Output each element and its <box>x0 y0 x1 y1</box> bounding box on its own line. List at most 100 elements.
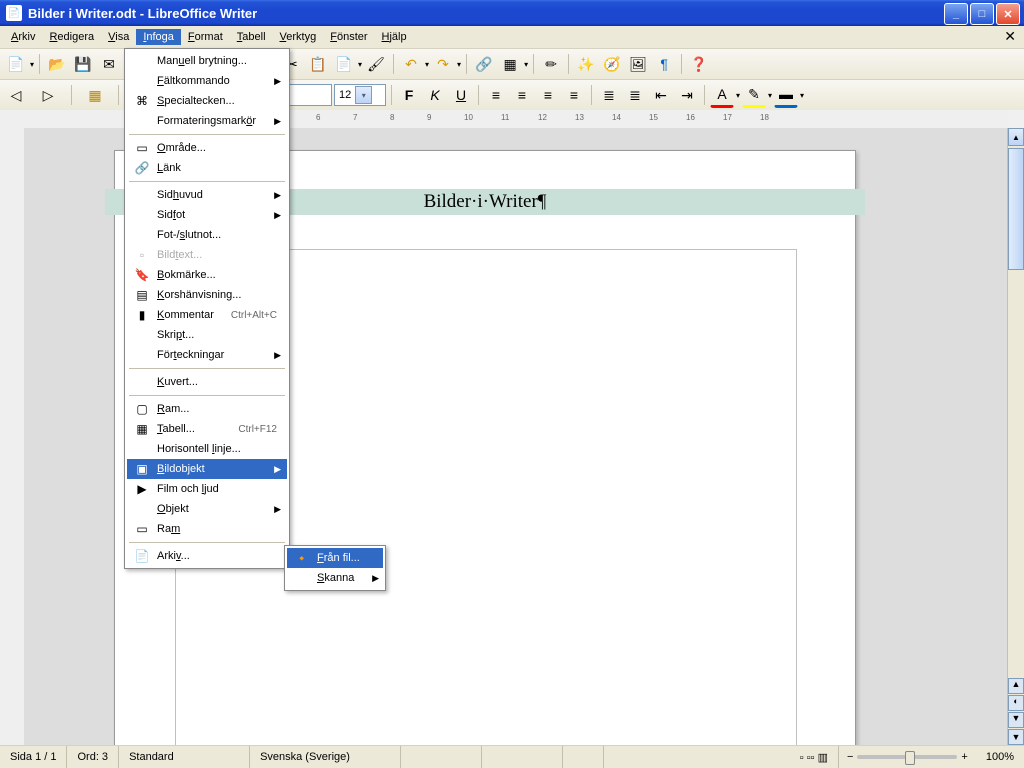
menuitem-bildobjekt[interactable]: ▣Bildobjekt▶ <box>127 459 287 479</box>
find-button[interactable]: ✨ <box>574 52 598 76</box>
email-button[interactable]: ✉ <box>97 52 121 76</box>
bullet-list-button[interactable]: ≣ <box>623 83 647 107</box>
zoom-in-button[interactable]: + <box>961 751 967 763</box>
scroll-thumb[interactable] <box>1008 148 1024 270</box>
italic-button[interactable]: K <box>423 83 447 107</box>
decrease-indent-button[interactable]: ⇤ <box>649 83 673 107</box>
menuitem-objekt[interactable]: Objekt▶ <box>127 499 287 519</box>
status-words[interactable]: Ord: 3 <box>67 746 119 768</box>
hyperlink-button[interactable]: 🔗 <box>472 52 496 76</box>
menuitem-filmochljud[interactable]: ▶Film och ljud <box>127 479 287 499</box>
vertical-scrollbar[interactable]: ▲ ▲ ◐ ▼ ▼ <box>1007 128 1024 746</box>
scroll-up-button[interactable]: ▲ <box>1008 128 1024 146</box>
menuitem-manuellbrytning[interactable]: Manuell brytning... <box>127 51 287 71</box>
align-justify-button[interactable]: ≡ <box>562 83 586 107</box>
menuitem-specialtecken[interactable]: ⌘Specialtecken... <box>127 91 287 111</box>
status-sig[interactable] <box>563 746 604 768</box>
increase-indent-button[interactable]: ⇥ <box>675 83 699 107</box>
vertical-ruler <box>0 110 25 746</box>
zoom-slider[interactable] <box>857 755 957 759</box>
menu-infoga[interactable]: Infoga <box>136 29 181 45</box>
submenuitem-frånfil[interactable]: 🔸Från fil... <box>287 548 383 568</box>
window-title: Bilder i Writer.odt - LibreOffice Writer <box>28 6 257 21</box>
paste-button[interactable]: 📄 <box>332 52 356 76</box>
format-paint-button[interactable]: 🖌 <box>364 52 388 76</box>
status-lang[interactable]: Svenska (Sverige) <box>250 746 401 768</box>
menu-arkiv[interactable]: Arkiv <box>4 29 42 45</box>
app-icon: 📄 <box>6 5 22 21</box>
menuitem-ram[interactable]: ▢Ram... <box>127 399 287 419</box>
status-insert[interactable] <box>401 746 482 768</box>
menubar: ArkivRedigeraVisaInfogaFormatTabellVerkt… <box>0 26 1024 49</box>
open-button[interactable]: 📂 <box>45 52 69 76</box>
menu-tabell[interactable]: Tabell <box>230 29 273 45</box>
navigator-button[interactable]: 🧭 <box>600 52 624 76</box>
font-color-button[interactable]: A <box>710 82 734 108</box>
menu-hjälp[interactable]: Hjälp <box>375 29 414 45</box>
nav-select[interactable]: ◐ <box>1008 695 1024 711</box>
align-left-button[interactable]: ≡ <box>484 83 508 107</box>
menuitem-arkiv[interactable]: 📄Arkiv... <box>127 546 287 566</box>
menu-fönster[interactable]: Fönster <box>323 29 374 45</box>
save-button[interactable]: 💾 <box>71 52 95 76</box>
prev-page-nav[interactable]: ▲ <box>1008 678 1024 694</box>
menuitem-förteckningar[interactable]: Förteckningar▶ <box>127 345 287 365</box>
bg-color-button[interactable]: ▬ <box>774 82 798 108</box>
close-button[interactable]: ✕ <box>996 3 1020 25</box>
undo-button[interactable]: ↶ <box>399 52 423 76</box>
menuitem-länk[interactable]: 🔗Länk <box>127 158 287 178</box>
bildobjekt-submenu: 🔸Från fil...Skanna▶ <box>284 545 386 591</box>
menuitem-bokmärke[interactable]: 🔖Bokmärke... <box>127 265 287 285</box>
redo-button[interactable]: ↷ <box>431 52 455 76</box>
menuitem-korshänvisning[interactable]: ▤Korshänvisning... <box>127 285 287 305</box>
menuitem-bildtext: ▫Bildtext... <box>127 245 287 265</box>
nav-back-button[interactable]: ◁ <box>4 83 28 107</box>
menuitem-ram[interactable]: ▭Ram <box>127 519 287 539</box>
document-close-icon[interactable]: ✕ <box>1004 28 1016 45</box>
next-page-nav[interactable]: ▼ <box>1008 712 1024 728</box>
menuitem-sidfot[interactable]: Sidfot▶ <box>127 205 287 225</box>
align-right-button[interactable]: ≡ <box>536 83 560 107</box>
menuitem-fältkommando[interactable]: Fältkommando▶ <box>127 71 287 91</box>
menuitem-skript[interactable]: Skript... <box>127 325 287 345</box>
status-sel[interactable] <box>482 746 563 768</box>
font-size-combo[interactable]: 12▾ <box>334 84 386 106</box>
numbered-list-button[interactable]: ≣ <box>597 83 621 107</box>
zoom-value[interactable]: 100% <box>976 746 1024 768</box>
menuitem-kommentar[interactable]: ▮KommentarCtrl+Alt+C <box>127 305 287 325</box>
menuitem-kuvert[interactable]: Kuvert... <box>127 372 287 392</box>
menuitem-horisontelllinje[interactable]: Horisontell linje... <box>127 439 287 459</box>
highlight-button[interactable]: ✎ <box>742 82 766 108</box>
submenuitem-skanna[interactable]: Skanna▶ <box>287 568 383 588</box>
copy-button[interactable]: 📋 <box>306 52 330 76</box>
zoom-out-button[interactable]: − <box>847 751 853 763</box>
help-button[interactable]: ❓ <box>687 52 711 76</box>
bold-button[interactable]: F <box>397 83 421 107</box>
menuitem-tabell[interactable]: ▦Tabell...Ctrl+F12 <box>127 419 287 439</box>
minimize-button[interactable]: _ <box>944 3 968 25</box>
scroll-down-button[interactable]: ▼ <box>1008 729 1024 745</box>
menu-verktyg[interactable]: Verktyg <box>273 29 324 45</box>
align-center-button[interactable]: ≡ <box>510 83 534 107</box>
menuitem-formateringsmarkör[interactable]: Formateringsmarkör▶ <box>127 111 287 131</box>
view-layout[interactable]: ▫ ▫▫ ▥ <box>790 746 839 768</box>
gallery-button[interactable]: 🖼 <box>626 52 650 76</box>
status-style[interactable]: Standard <box>119 746 250 768</box>
menuitem-område[interactable]: ▭Område... <box>127 138 287 158</box>
menuitem-sidhuvud[interactable]: Sidhuvud▶ <box>127 185 287 205</box>
status-page[interactable]: Sida 1 / 1 <box>0 746 67 768</box>
infoga-menu: Manuell brytning...Fältkommando▶⌘Special… <box>124 48 290 569</box>
underline-button[interactable]: U <box>449 83 473 107</box>
maximize-button[interactable]: □ <box>970 3 994 25</box>
apply-style-button[interactable]: ▦ <box>83 83 107 107</box>
nav-fwd-button[interactable]: ▷ <box>36 83 60 107</box>
nonprinting-button[interactable]: ¶ <box>652 52 676 76</box>
menuitem-fotslutnot[interactable]: Fot-/slutnot... <box>127 225 287 245</box>
menu-visa[interactable]: Visa <box>101 29 136 45</box>
new-doc-button[interactable]: 📄 <box>4 52 28 76</box>
menu-format[interactable]: Format <box>181 29 230 45</box>
status-bar: Sida 1 / 1 Ord: 3 Standard Svenska (Sver… <box>0 745 1024 768</box>
show-draw-button[interactable]: ✏ <box>539 52 563 76</box>
table-button[interactable]: ▦ <box>498 52 522 76</box>
menu-redigera[interactable]: Redigera <box>42 29 101 45</box>
